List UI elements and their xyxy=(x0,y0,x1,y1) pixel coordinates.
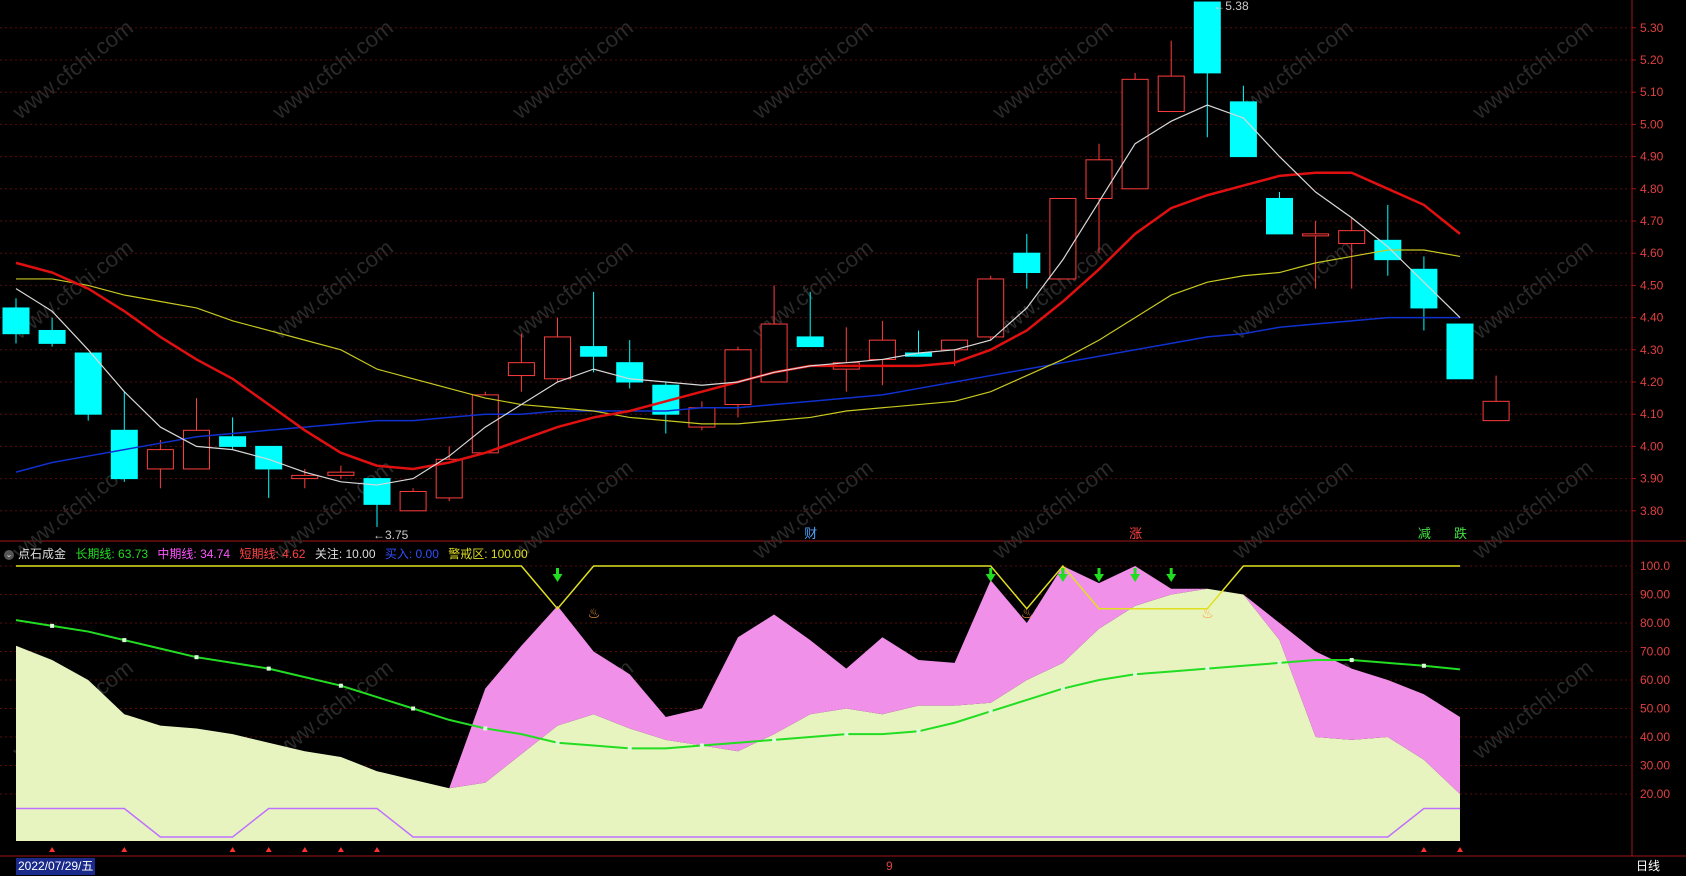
candle-body xyxy=(977,278,1005,338)
candle-body xyxy=(1410,268,1438,309)
candle-body xyxy=(146,449,174,470)
long-term-point xyxy=(555,740,560,745)
signal-marker-text: 跌 xyxy=(1454,526,1467,541)
long-term-point xyxy=(1133,672,1138,677)
candle-body xyxy=(580,346,608,357)
legend-focus: 关注: 10.00 xyxy=(314,547,376,561)
candle-body xyxy=(724,349,752,406)
runner-icon: ♨ xyxy=(588,605,601,621)
candle-body xyxy=(1013,252,1041,274)
price-tick-label: 3.80 xyxy=(1640,504,1664,518)
price-tick-label: 4.30 xyxy=(1640,343,1664,357)
candle-body xyxy=(1302,233,1330,237)
candle-body xyxy=(363,478,391,505)
long-term-point xyxy=(1277,660,1282,665)
long-term-point xyxy=(1205,666,1210,671)
candle-body xyxy=(1121,78,1149,190)
candle-body xyxy=(1157,75,1185,113)
price-tick-label: 5.20 xyxy=(1640,53,1664,67)
legend-alert-zone: 警戒区: 100.00 xyxy=(448,547,528,561)
candle-body xyxy=(1229,101,1257,158)
indicator-tick-label: 60.00 xyxy=(1640,673,1670,687)
long-term-point xyxy=(411,706,416,711)
price-tick-label: 4.00 xyxy=(1640,439,1664,453)
indicator-legend: ⌄ 点石成金 长期线: 63.73 中期线: 34.74 短期线: 4.62 关注… xyxy=(4,546,534,562)
long-term-point xyxy=(844,732,849,737)
candle-body xyxy=(1085,159,1113,199)
chart-canvas[interactable]: www.cfchi.com www.cfchi.com www.cfchi.com w… xyxy=(0,0,1686,876)
date-readout: 2022/07/29/五 xyxy=(16,858,96,875)
candle-body xyxy=(219,436,247,447)
candle-body xyxy=(1482,400,1510,422)
candle-body xyxy=(1049,197,1077,280)
legend-short-term: 短期线: 4.62 xyxy=(239,547,306,561)
candle-body xyxy=(1266,197,1293,235)
period-tab[interactable]: 日线 xyxy=(1636,858,1660,875)
candle-body xyxy=(2,307,30,335)
indicator-tick-label: 20.00 xyxy=(1640,787,1670,801)
price-tick-label: 4.70 xyxy=(1640,214,1664,228)
price-tick-label: 4.90 xyxy=(1640,150,1664,164)
price-tick-label: 4.50 xyxy=(1640,278,1664,292)
long-term-point xyxy=(916,729,921,734)
candle-body xyxy=(110,429,138,480)
indicator-tick-label: 90.00 xyxy=(1640,588,1670,602)
long-term-point xyxy=(1349,658,1354,663)
price-tick-label: 4.20 xyxy=(1640,375,1664,389)
signal-marker-text: 财 xyxy=(804,526,817,541)
indicator-tick-label: 100.0 xyxy=(1640,559,1670,573)
legend-mid-term: 中期线: 34.74 xyxy=(157,547,231,561)
indicator-tick-label: 30.00 xyxy=(1640,759,1670,773)
candle-body xyxy=(796,336,824,348)
candle-body xyxy=(399,490,427,512)
price-tick-label: 4.10 xyxy=(1640,407,1664,421)
candle-body xyxy=(327,471,355,476)
signal-marker-text: 减 xyxy=(1418,526,1431,541)
signal-marker-text: 涨 xyxy=(1129,526,1142,541)
price-tick-label: 4.80 xyxy=(1640,182,1664,196)
price-tick-label: 3.90 xyxy=(1640,472,1664,486)
candle-body xyxy=(1338,230,1366,245)
price-tick-label: 5.00 xyxy=(1640,117,1664,131)
candle-body xyxy=(507,362,535,377)
legend-long-term: 长期线: 63.73 xyxy=(75,547,149,561)
candle-body xyxy=(291,474,319,480)
collapse-icon[interactable]: ⌄ xyxy=(4,549,14,560)
price-tick-label: 5.30 xyxy=(1640,21,1664,35)
candle-body xyxy=(544,336,571,380)
long-term-point xyxy=(699,743,704,748)
long-term-point xyxy=(772,737,777,742)
indicator-tick-label: 80.00 xyxy=(1640,616,1670,630)
indicator-name[interactable]: 点石成金 xyxy=(18,547,66,561)
long-term-point xyxy=(122,638,127,643)
low-price-label: ←3.75 xyxy=(373,528,409,542)
candle-body xyxy=(255,445,283,470)
runner-icon: ♨ xyxy=(1021,605,1034,621)
candle-body xyxy=(941,339,969,351)
long-term-point xyxy=(338,683,343,688)
price-tick-label: 4.60 xyxy=(1640,246,1664,260)
candle-body xyxy=(38,329,66,344)
long-term-point xyxy=(483,726,488,731)
candle-body xyxy=(1446,323,1474,380)
long-term-point xyxy=(50,623,55,628)
long-term-point xyxy=(1060,686,1065,691)
indicator-tick-label: 50.00 xyxy=(1640,702,1670,716)
candle-body xyxy=(471,394,499,454)
candle-body xyxy=(74,352,102,415)
legend-buy: 买入: 0.00 xyxy=(384,547,439,561)
indicator-tick-label: 40.00 xyxy=(1640,730,1670,744)
price-tick-label: 5.10 xyxy=(1640,85,1664,99)
long-term-point xyxy=(194,655,199,660)
long-term-point xyxy=(988,709,993,714)
time-axis-label: 9 xyxy=(886,859,893,873)
high-price-label: ←5.38 xyxy=(1213,0,1249,13)
long-term-point xyxy=(627,746,632,751)
price-tick-label: 4.40 xyxy=(1640,311,1664,325)
long-term-point xyxy=(1421,663,1426,668)
long-term-point xyxy=(266,666,271,671)
candle-body xyxy=(868,339,896,360)
indicator-tick-label: 70.00 xyxy=(1640,645,1670,659)
runner-icon: ♨ xyxy=(1201,605,1214,621)
